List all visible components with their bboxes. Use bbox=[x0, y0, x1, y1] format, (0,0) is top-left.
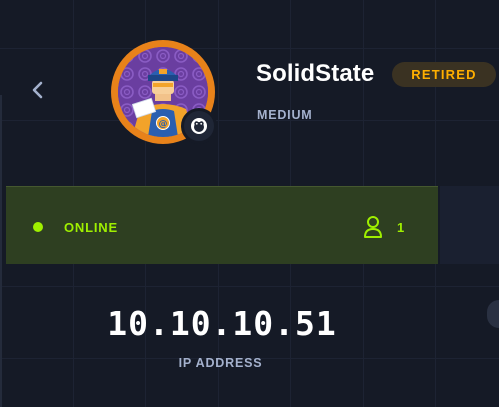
svg-text:@: @ bbox=[159, 120, 168, 130]
status-label: ONLINE bbox=[64, 220, 118, 235]
chevron-left-icon bbox=[32, 81, 43, 99]
ip-address[interactable]: 10.10.10.51 bbox=[0, 304, 444, 343]
scroll-handle[interactable] bbox=[487, 300, 499, 328]
linux-penguin-icon bbox=[181, 108, 217, 144]
difficulty-label: MEDIUM bbox=[257, 108, 313, 122]
user-icon bbox=[364, 216, 382, 238]
machine-avatar: @ bbox=[111, 40, 217, 144]
back-button[interactable] bbox=[24, 76, 52, 104]
online-status-dot bbox=[33, 222, 43, 232]
status-panel: ONLINE 1 bbox=[6, 186, 438, 264]
retired-status-badge: RETIRED bbox=[392, 62, 496, 87]
player-count: 1 bbox=[397, 220, 405, 235]
adjacent-panel bbox=[440, 186, 499, 264]
machine-name: SolidState bbox=[256, 60, 375, 87]
ip-address-label: IP ADDRESS bbox=[178, 356, 263, 370]
